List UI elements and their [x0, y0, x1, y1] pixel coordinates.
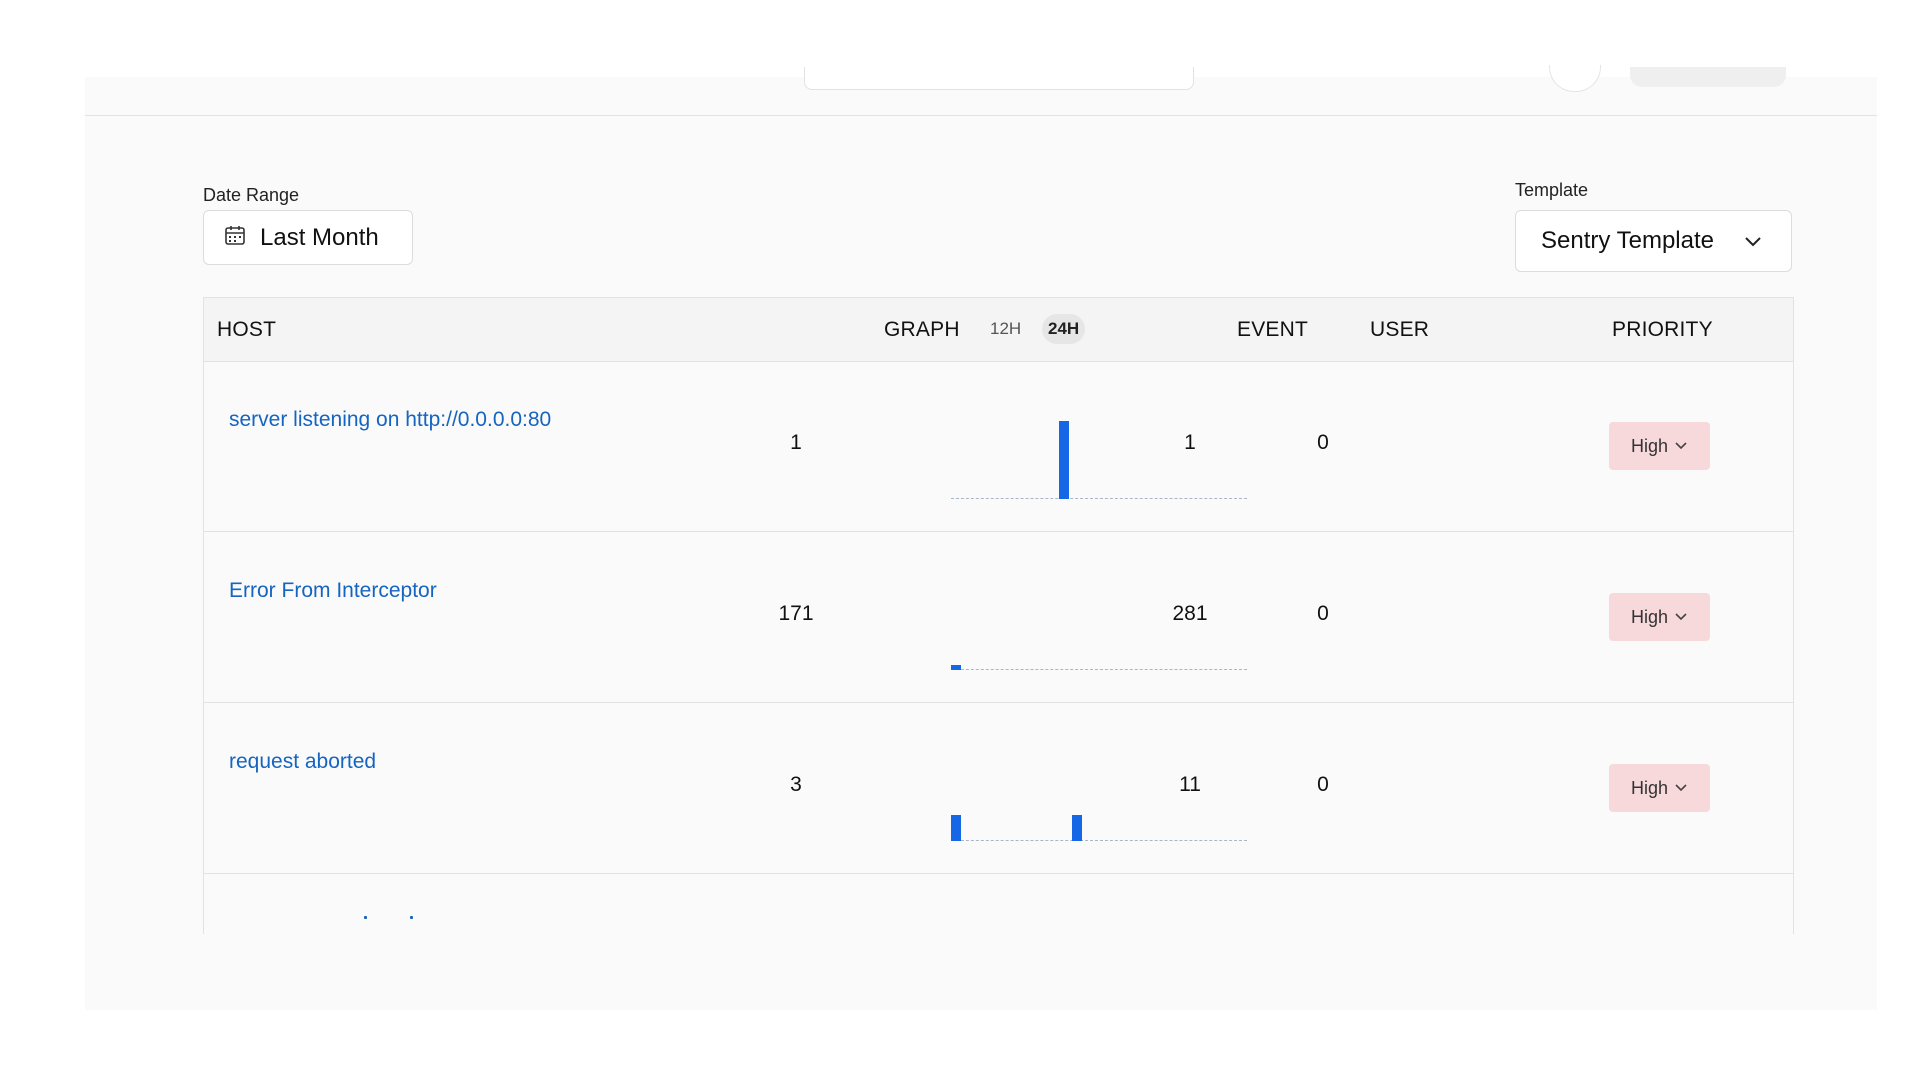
event-count: 1 [1184, 431, 1196, 454]
user-count: 0 [1317, 773, 1329, 796]
template-select[interactable]: Sentry Template [1515, 210, 1792, 272]
host-link[interactable]: request aborted [229, 750, 376, 774]
date-range-value: Last Month [260, 223, 379, 251]
table-row: request aborted 3 11 0 High [204, 703, 1793, 874]
top-search-input[interactable] [804, 67, 1194, 90]
table-row-partial [204, 871, 1793, 934]
priority-dropdown[interactable]: High [1609, 764, 1710, 812]
priority-dropdown[interactable]: High [1609, 422, 1710, 470]
graph-bar [951, 815, 961, 841]
main-panel: Date Range Last Month Template Sentry Te… [85, 65, 1877, 1010]
user-count: 0 [1317, 431, 1329, 454]
priority-header: PRIORITY [1612, 318, 1713, 341]
user-header: USER [1370, 318, 1430, 341]
top-action-button[interactable] [1630, 67, 1786, 87]
graph-baseline [951, 669, 1247, 670]
graph-count: 171 [778, 602, 814, 625]
graph-bar [951, 665, 961, 670]
toggle-24h[interactable]: 24H [1042, 314, 1086, 344]
partial-host-link[interactable] [364, 914, 424, 926]
template-value: Sentry Template [1541, 227, 1714, 254]
toggle-12h[interactable]: 12H [984, 314, 1027, 344]
chevron-down-icon [1674, 436, 1688, 457]
chevron-down-icon [1674, 778, 1688, 799]
priority-label: High [1630, 777, 1669, 798]
date-range-button[interactable]: Last Month [203, 210, 413, 265]
graph-header: GRAPH [884, 318, 960, 341]
avatar[interactable] [1549, 65, 1601, 92]
graph-count: 3 [790, 773, 802, 796]
host-header: HOST [217, 318, 277, 341]
host-link[interactable]: Error From Interceptor [229, 579, 437, 603]
graph-bar [1072, 815, 1082, 841]
calendar-icon [224, 224, 246, 251]
graph-baseline [951, 498, 1247, 499]
date-range-label: Date Range [203, 185, 300, 205]
template-label: Template [1515, 180, 1589, 200]
issues-table: HOST GRAPH 12H 24H EVENT USER PRIORITY s… [203, 297, 1794, 934]
graph-bar [1059, 421, 1069, 499]
event-count: 281 [1172, 602, 1208, 625]
event-header: EVENT [1237, 318, 1309, 341]
priority-label: High [1630, 435, 1669, 456]
priority-label: High [1630, 606, 1669, 627]
event-count: 11 [1179, 773, 1201, 796]
table-row: Error From Interceptor 171 281 0 High [204, 532, 1793, 703]
priority-dropdown[interactable]: High [1609, 593, 1710, 641]
graph-count: 1 [790, 431, 802, 454]
chevron-down-icon [1674, 607, 1688, 628]
header-divider [85, 115, 1877, 116]
host-link[interactable]: server listening on http://0.0.0.0:80 [229, 408, 551, 432]
graph-baseline [951, 840, 1247, 841]
user-count: 0 [1317, 602, 1329, 625]
table-header: HOST GRAPH 12H 24H EVENT USER PRIORITY [204, 298, 1793, 362]
table-row: server listening on http://0.0.0.0:80 1 … [204, 361, 1793, 532]
chevron-down-icon [1743, 231, 1763, 256]
